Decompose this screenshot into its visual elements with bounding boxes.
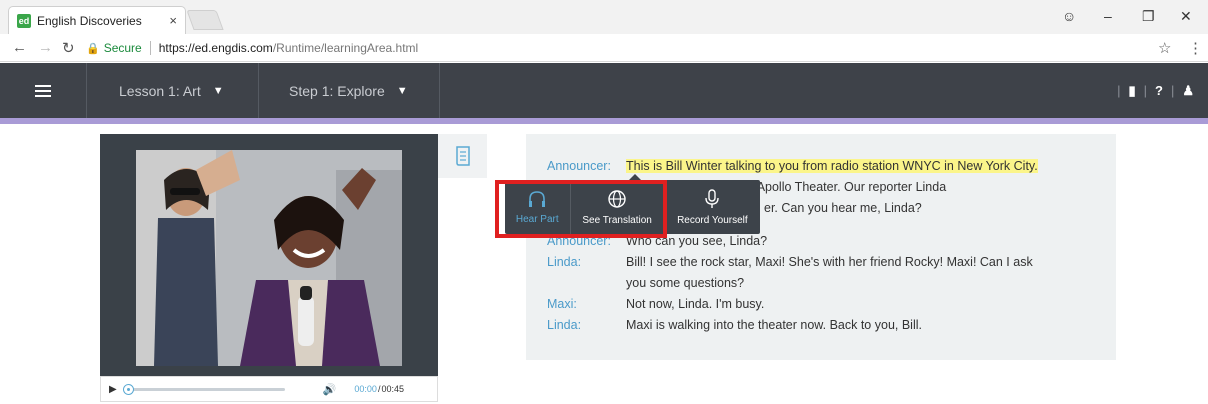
speech-text[interactable]: Bill! I see the rock star, Maxi! She's w…: [626, 252, 1096, 273]
app-header: Lesson 1: Art ▼ Step 1: Explore ▼ | ▮ | …: [0, 63, 1208, 118]
chevron-down-icon: ▼: [396, 84, 408, 97]
speech-text[interactable]: you some questions?: [626, 273, 1096, 294]
speaker-label: Announcer:: [547, 159, 611, 173]
script-scroll-icon: [455, 146, 470, 166]
chevron-down-icon: ▼: [212, 84, 224, 97]
speaker-label: Linda:: [547, 255, 582, 269]
record-yourself-button[interactable]: Record Yourself: [665, 180, 760, 234]
browser-tab-bar: ed English Discoveries × ☺ – ❐ ✕: [0, 0, 1208, 34]
header-divider: [86, 63, 87, 118]
callout-highlight-box: [495, 180, 667, 238]
speech-text[interactable]: Who can you see, Linda?: [626, 231, 1096, 252]
header-divider: [258, 63, 259, 118]
url-field[interactable]: 🔒 Secure https://ed.engdis.com/Runtime/l…: [86, 37, 1146, 59]
transcript-line[interactable]: you some questions?: [547, 273, 1096, 294]
reporter-scene-image: [136, 150, 402, 366]
media-player-controls: ▶ 🔊 00:00/00:45: [100, 376, 438, 402]
time-total: 00:45: [381, 384, 404, 394]
url-divider: [149, 41, 151, 55]
minimize-icon[interactable]: –: [1104, 8, 1112, 24]
url-path: /Runtime/learningArea.html: [272, 41, 419, 55]
profile-icon[interactable]: ☺: [1062, 8, 1076, 24]
progress-knob[interactable]: [122, 383, 134, 395]
step-dropdown[interactable]: Step 1: Explore ▼: [289, 63, 408, 118]
lock-icon: 🔒: [86, 42, 100, 55]
menu-button[interactable]: [0, 63, 86, 118]
user-icon[interactable]: ♟: [1182, 83, 1194, 99]
secure-label: Secure: [103, 41, 142, 55]
browser-tab[interactable]: ed English Discoveries ×: [8, 6, 186, 34]
time-current: 00:00: [354, 384, 377, 394]
transcript-panel: Announcer: This is Bill Winter talking t…: [526, 134, 1116, 360]
speech-text[interactable]: Not now, Linda. I'm busy.: [626, 294, 1096, 315]
restore-icon[interactable]: ❐: [1142, 8, 1155, 25]
video-frame[interactable]: [136, 150, 402, 366]
hamburger-icon: [35, 84, 51, 97]
step-label: Step 1: Explore: [289, 82, 385, 99]
speaker-label: Linda:: [547, 318, 582, 332]
browser-menu-icon[interactable]: ⋮: [1188, 39, 1203, 57]
tab-close-icon[interactable]: ×: [169, 13, 177, 28]
highlighted-speech[interactable]: This is Bill Winter talking to you from …: [626, 159, 1038, 173]
header-accent-stripe: [0, 118, 1208, 124]
record-yourself-label: Record Yourself: [677, 214, 748, 226]
transcript-line[interactable]: Linda: Maxi is walking into the theater …: [547, 315, 1096, 336]
video-panel: [100, 134, 438, 376]
forward-icon[interactable]: →: [38, 39, 53, 56]
header-divider: [439, 63, 440, 118]
transcript-line[interactable]: Linda: Bill! I see the rock star, Maxi! …: [547, 252, 1096, 273]
help-icon[interactable]: ?: [1155, 83, 1163, 98]
lesson-dropdown[interactable]: Lesson 1: Art ▼: [119, 63, 224, 118]
tab-title: English Discoveries: [37, 13, 142, 28]
play-icon[interactable]: ▶: [109, 384, 117, 395]
bookmark-star-icon[interactable]: ☆: [1158, 39, 1171, 57]
window-close-icon[interactable]: ✕: [1180, 8, 1192, 25]
reload-icon[interactable]: ↻: [62, 39, 75, 57]
lesson-label: Lesson 1: Art: [119, 82, 201, 99]
time-separator: /: [377, 384, 381, 394]
microphone-icon: [705, 188, 720, 208]
address-bar: ← → ↻ 🔒 Secure https://ed.engdis.com/Run…: [0, 34, 1208, 62]
transcript-line[interactable]: Maxi: Not now, Linda. I'm busy.: [547, 294, 1096, 315]
back-icon[interactable]: ←: [12, 39, 27, 56]
volume-icon[interactable]: 🔊: [323, 383, 337, 396]
speech-text[interactable]: Maxi is walking into the theater now. Ba…: [626, 315, 1096, 336]
url-host: https://ed.engdis.com: [158, 41, 273, 55]
speaker-label: Maxi:: [547, 297, 577, 311]
script-toggle-button[interactable]: [438, 134, 487, 178]
book-icon[interactable]: ▮: [1128, 83, 1135, 99]
header-tools: | ▮ | ? | ♟: [1117, 82, 1194, 99]
progress-slider[interactable]: [122, 383, 285, 395]
speaker-label: [547, 273, 626, 294]
site-favicon-icon: ed: [17, 13, 31, 28]
new-tab-button[interactable]: [186, 10, 224, 30]
